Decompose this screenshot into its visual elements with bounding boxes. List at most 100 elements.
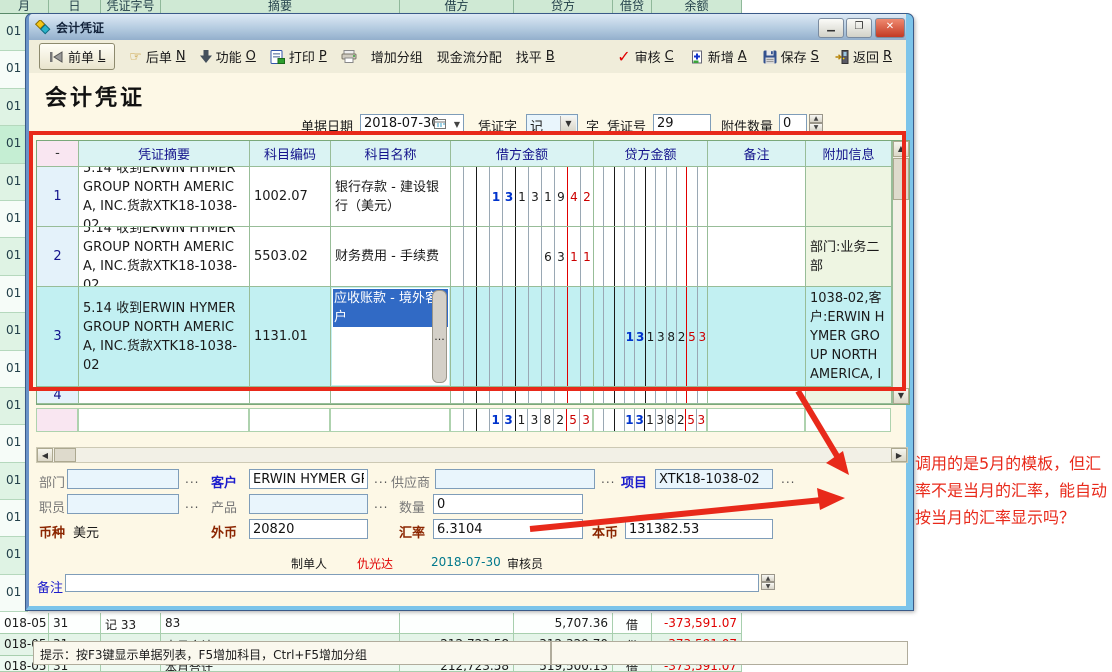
grid-cell-account-name[interactable]: 银行存款 - 建设银行（美元） <box>331 167 451 227</box>
grid-row-seq[interactable]: 3 <box>37 287 79 387</box>
grid-cell-credit-amount[interactable] <box>594 167 708 227</box>
grid-cell-debit-amount[interactable] <box>451 287 594 387</box>
grid-cell-debit-amount[interactable] <box>451 387 594 404</box>
spin-down-icon[interactable]: ▼ <box>761 582 775 590</box>
grid-cell-credit-amount[interactable]: 13138253 <box>594 287 708 387</box>
product-input[interactable] <box>249 494 368 514</box>
grid-cell-extra-info[interactable]: 部门:业务二部 <box>806 227 892 287</box>
grid-cell-summary[interactable]: 5.14 收到ERWIN HYMER GROUP NORTH AMERICA, … <box>79 227 250 287</box>
attachment-spinner[interactable]: ▲ ▼ <box>809 114 823 134</box>
window-titlebar[interactable]: 会计凭证 ▁ ❐ ✕ <box>29 14 906 40</box>
grid-horizontal-scrollbar[interactable]: ◀ ▶ <box>36 447 908 463</box>
scroll-up-icon[interactable]: ▲ <box>893 141 909 157</box>
close-button[interactable]: ✕ <box>875 18 905 38</box>
foreign-amount-input[interactable] <box>249 519 368 539</box>
next-voucher-button[interactable]: ☞后单N <box>129 47 185 66</box>
voucher-word-select[interactable]: 记 ▼ <box>526 114 578 134</box>
restore-button[interactable]: ❐ <box>846 18 872 38</box>
grid-cell-credit-amount[interactable] <box>594 227 708 287</box>
grid-cell-account-code[interactable]: 5503.02 <box>250 227 331 287</box>
chevron-down-icon[interactable]: ▼ <box>560 116 576 132</box>
grid-cell-note[interactable] <box>708 287 806 387</box>
grid-cell-summary[interactable]: 5.14 收到ERWIN HYMER GROUP NORTH AMERICA, … <box>79 287 250 387</box>
audit-button[interactable]: ✓审核C <box>617 47 674 66</box>
cashflow-button[interactable]: 现金流分配 <box>437 47 502 66</box>
grid-cell-note[interactable] <box>708 227 806 287</box>
customer-input[interactable] <box>249 469 368 489</box>
grid-row-seq[interactable]: 1 <box>37 167 79 227</box>
account-lookup-button[interactable]: ... <box>432 290 447 383</box>
grid-cell-account-code[interactable]: 1131.01 <box>250 287 331 387</box>
date-dropdown-icon[interactable]: ▼ <box>454 120 460 129</box>
scroll-down-icon[interactable]: ▼ <box>893 388 909 404</box>
grid-column-header[interactable]: 贷方金额 <box>594 141 708 167</box>
grid-cell-extra-info[interactable]: 项目:XTK18-1038-02,客户:ERWIN HYMER GROUP NO… <box>806 287 892 387</box>
return-button[interactable]: 返回R <box>835 47 892 66</box>
printer-button[interactable] <box>341 50 357 63</box>
supplier-lookup-button[interactable]: ... <box>601 472 615 486</box>
scrollbar-thumb[interactable] <box>54 448 76 462</box>
grid-column-header[interactable]: 凭证摘要 <box>79 141 250 167</box>
grid-cell-account-code[interactable] <box>250 387 331 404</box>
background-table-cell <box>400 613 514 634</box>
quantity-input[interactable] <box>433 494 583 514</box>
grid-cell-summary[interactable] <box>79 387 250 404</box>
dept-lookup-button[interactable]: ... <box>185 472 199 486</box>
grid-cell-extra-info[interactable] <box>806 387 892 404</box>
grid-cell-note[interactable] <box>708 167 806 227</box>
scroll-left-icon[interactable]: ◀ <box>37 448 53 462</box>
grid-cell-account-name[interactable] <box>331 387 451 404</box>
customer-lookup-button[interactable]: ... <box>374 472 388 486</box>
product-lookup-button[interactable]: ... <box>374 497 388 511</box>
account-name-editor[interactable]: 应收账款 - 境外客户... <box>332 288 449 385</box>
grid-vertical-scrollbar[interactable]: ▲▼ <box>892 141 909 404</box>
new-button[interactable]: 新增A <box>690 47 747 66</box>
project-input[interactable] <box>655 469 773 489</box>
staff-input[interactable] <box>67 494 179 514</box>
grid-cell-account-code[interactable]: 1002.07 <box>250 167 331 227</box>
supplier-input[interactable] <box>435 469 595 489</box>
project-lookup-button[interactable]: ... <box>781 472 795 486</box>
calendar-icon[interactable] <box>434 118 446 134</box>
grid-row-seq[interactable]: 4 <box>37 387 79 404</box>
minimize-button[interactable]: ▁ <box>818 18 844 38</box>
spin-up-icon[interactable]: ▲ <box>809 114 823 123</box>
spin-up-icon[interactable]: ▲ <box>761 574 775 582</box>
date-input[interactable]: 2018-07-30 ▼ <box>360 114 464 134</box>
grid-cell-debit-amount[interactable]: 6311 <box>451 227 594 287</box>
remark-spinner[interactable]: ▲ ▼ <box>761 574 775 592</box>
functions-button[interactable]: 功能O <box>200 47 256 66</box>
grid-row-seq[interactable]: 2 <box>37 227 79 287</box>
grid-column-header[interactable]: 借方金额 <box>451 141 594 167</box>
grid-column-header[interactable]: 备注 <box>708 141 806 167</box>
dept-input[interactable] <box>67 469 179 489</box>
grid-column-header[interactable]: 科目名称 <box>331 141 451 167</box>
digit-cell <box>542 287 555 386</box>
print-button[interactable]: 打印P <box>270 47 327 66</box>
grid-cell-note[interactable] <box>708 387 806 404</box>
exchange-rate-input[interactable] <box>433 519 583 539</box>
grid-cell-account-name[interactable]: 应收账款 - 境外客户... <box>331 287 451 387</box>
scroll-right-icon[interactable]: ▶ <box>891 448 907 462</box>
attachment-input[interactable]: 0 <box>779 114 807 134</box>
remark-input[interactable] <box>65 574 759 592</box>
grid-column-header[interactable]: 附加信息 <box>806 141 892 167</box>
grid-cell-debit-amount[interactable]: 13131942 <box>451 167 594 227</box>
grid-column-header[interactable]: 科目编码 <box>250 141 331 167</box>
add-group-button[interactable]: 增加分组 <box>371 47 423 66</box>
balance-button[interactable]: 找平B <box>516 47 555 66</box>
grid-cell-summary[interactable]: 5.14 收到ERWIN HYMER GROUP NORTH AMERICA, … <box>79 167 250 227</box>
grid-cell-extra-info[interactable] <box>806 167 892 227</box>
spin-down-icon[interactable]: ▼ <box>809 123 823 132</box>
scrollbar-thumb[interactable] <box>893 158 909 200</box>
voucher-no-input[interactable]: 29 <box>653 114 711 134</box>
digit-cell <box>646 387 656 403</box>
staff-lookup-button[interactable]: ... <box>185 497 199 511</box>
local-amount-input[interactable] <box>625 519 773 539</box>
save-button[interactable]: 保存S <box>763 47 819 66</box>
grid-cell-credit-amount[interactable] <box>594 387 708 404</box>
grid-cell-account-name[interactable]: 财务费用 - 手续费 <box>331 227 451 287</box>
digit-cell: 1 <box>581 227 593 286</box>
prev-voucher-button[interactable]: 前单L <box>39 43 115 70</box>
grid-column-header[interactable]: - <box>37 141 79 167</box>
